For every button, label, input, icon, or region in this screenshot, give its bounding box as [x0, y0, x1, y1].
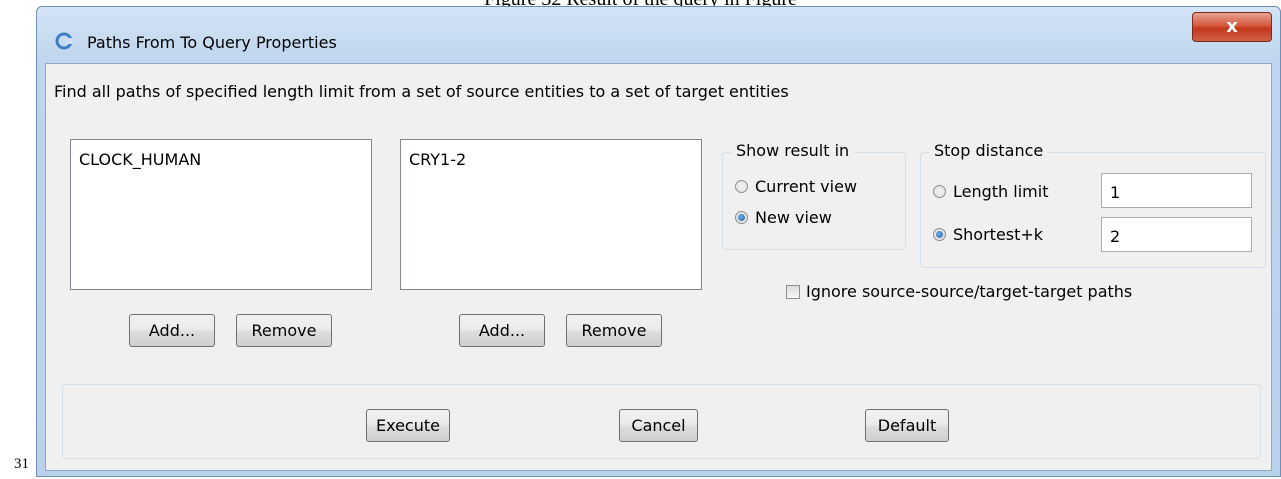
- default-button[interactable]: Default: [865, 409, 949, 442]
- stop-distance-group: Stop distance Length limit 1 Shortest+k …: [920, 141, 1266, 268]
- stop-distance-title: Stop distance: [929, 141, 1049, 160]
- dialog-content: Find all paths of specified length limit…: [45, 63, 1272, 471]
- radio-length-limit[interactable]: Length limit: [933, 182, 1048, 201]
- show-result-title: Show result in: [731, 141, 855, 160]
- shortest-k-input[interactable]: 2: [1101, 217, 1252, 252]
- target-entities-list[interactable]: CRY1-2: [400, 139, 702, 290]
- show-result-group: Show result in Current view New view: [722, 141, 906, 250]
- window-title: Paths From To Query Properties: [87, 33, 337, 52]
- radio-label: Length limit: [953, 182, 1049, 201]
- page-number: 31: [14, 456, 29, 472]
- execute-button[interactable]: Execute: [366, 409, 450, 442]
- title-bar[interactable]: Paths From To Query Properties x: [37, 7, 1280, 63]
- dialog-description: Find all paths of specified length limit…: [54, 82, 789, 101]
- target-add-button[interactable]: Add...: [459, 314, 545, 347]
- radio-button[interactable]: [735, 211, 748, 224]
- app-icon: [55, 32, 73, 50]
- close-icon: x: [1226, 16, 1238, 37]
- source-remove-button[interactable]: Remove: [236, 314, 332, 347]
- list-item[interactable]: CRY1-2: [409, 150, 466, 169]
- radio-new-view[interactable]: New view: [735, 208, 832, 227]
- length-limit-input[interactable]: 1: [1101, 173, 1252, 208]
- source-add-button[interactable]: Add...: [129, 314, 215, 347]
- radio-button[interactable]: [933, 185, 946, 198]
- cancel-button[interactable]: Cancel: [619, 409, 698, 442]
- checkbox-label: Ignore source-source/target-target paths: [806, 282, 1133, 301]
- ignore-paths-checkbox-row[interactable]: Ignore source-source/target-target paths: [786, 282, 1132, 301]
- dialog-window: Paths From To Query Properties x Find al…: [36, 6, 1281, 477]
- close-button[interactable]: x: [1192, 12, 1272, 42]
- radio-shortest-k[interactable]: Shortest+k: [933, 225, 1043, 244]
- radio-current-view[interactable]: Current view: [735, 177, 857, 196]
- radio-label: Shortest+k: [953, 225, 1044, 244]
- source-entities-list[interactable]: CLOCK_HUMAN: [70, 139, 372, 290]
- radio-label: Current view: [755, 177, 858, 196]
- radio-label: New view: [755, 208, 832, 227]
- radio-button[interactable]: [735, 180, 748, 193]
- list-item[interactable]: CLOCK_HUMAN: [79, 150, 201, 169]
- radio-button[interactable]: [933, 228, 946, 241]
- target-remove-button[interactable]: Remove: [566, 314, 662, 347]
- ignore-paths-checkbox[interactable]: [786, 284, 800, 299]
- action-panel: Execute Cancel Default: [62, 384, 1261, 459]
